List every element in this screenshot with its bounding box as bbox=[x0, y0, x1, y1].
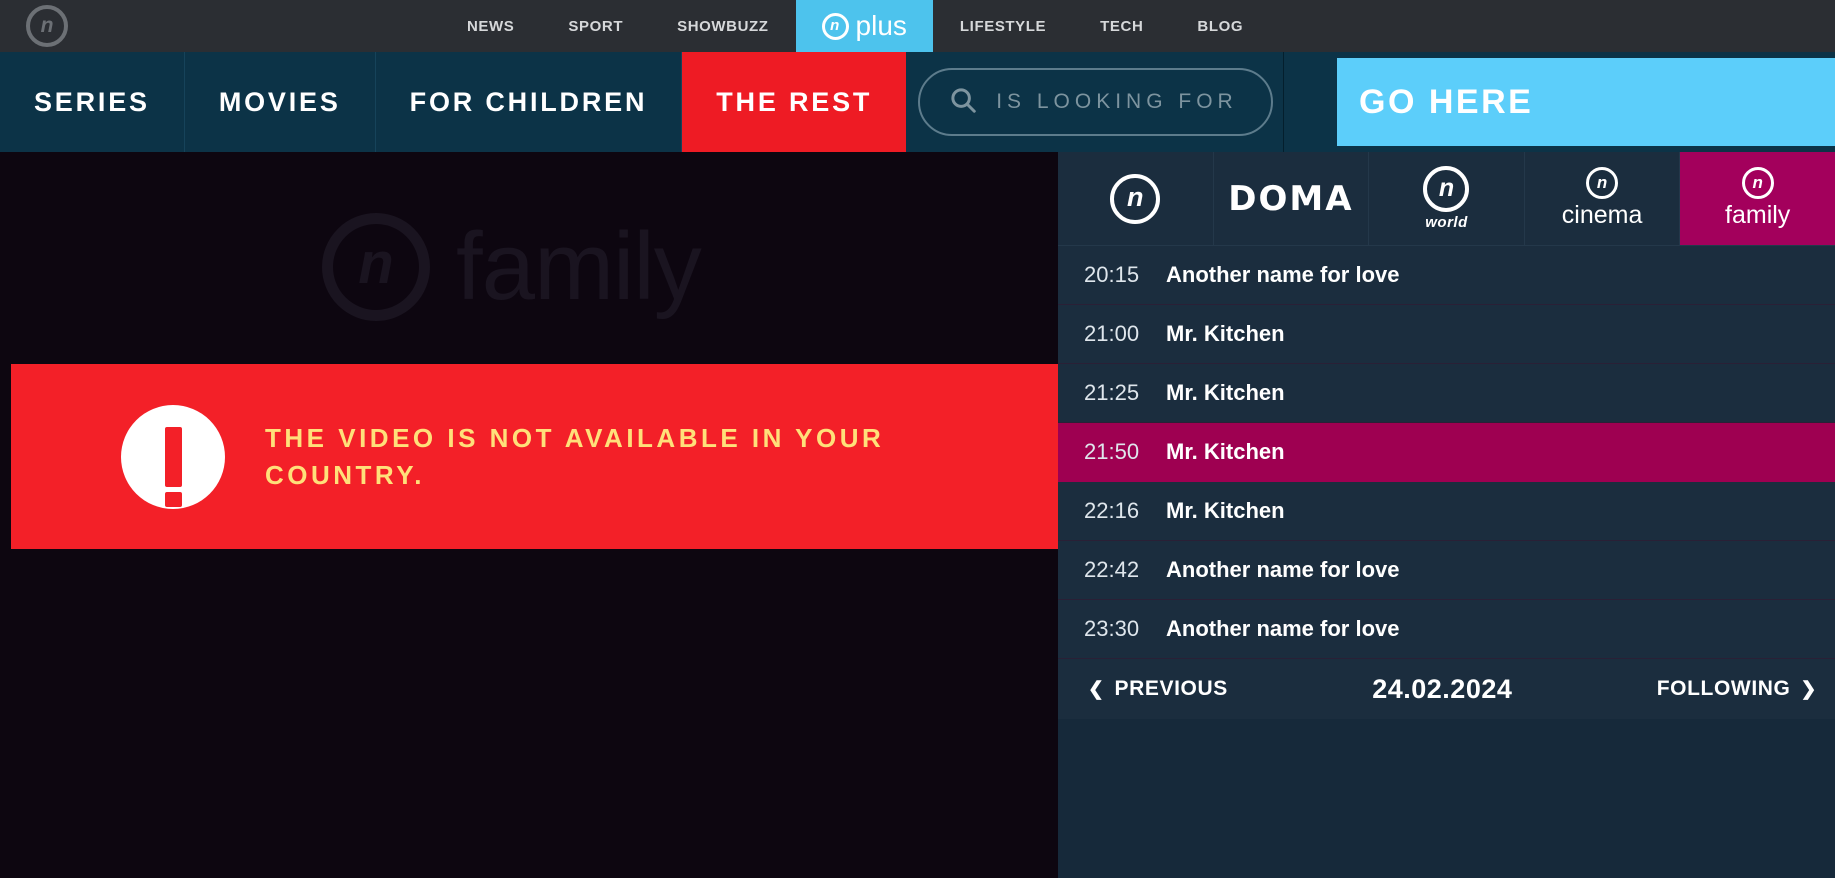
topnav-item-sport[interactable]: SPORT bbox=[541, 0, 650, 52]
schedule-time: 22:16 bbox=[1084, 498, 1140, 523]
previous-day-button[interactable]: ❮ PREVIOUS bbox=[1088, 677, 1228, 701]
schedule-time: 21:00 bbox=[1084, 321, 1140, 346]
subnav-item-series[interactable]: SERIES bbox=[0, 52, 185, 152]
channel-tab-doma-label: DOMA bbox=[1228, 178, 1354, 219]
subnav-item-the-rest[interactable]: THE REST bbox=[682, 52, 907, 152]
schedule-time: 21:25 bbox=[1084, 380, 1140, 405]
subnav-item-movies[interactable]: MOVIES bbox=[185, 52, 376, 152]
current-date-label: 24.02.2024 bbox=[1372, 673, 1513, 704]
topnav-item-plus-label: plus bbox=[855, 10, 907, 41]
schedule-time: 23:30 bbox=[1084, 616, 1140, 641]
schedule-title: Another name for love bbox=[1166, 557, 1400, 582]
channel-tab-n-family[interactable]: n family bbox=[1680, 152, 1835, 245]
channel-tab-n-cinema[interactable]: n cinema bbox=[1524, 152, 1681, 245]
search-placeholder-text: IS LOOKING FOR bbox=[996, 90, 1238, 113]
schedule-row[interactable]: 22:42 Another name for love bbox=[1058, 541, 1835, 600]
plus-logo-icon: n bbox=[821, 12, 849, 40]
schedule-title: Another name for love bbox=[1166, 616, 1400, 641]
topnav-item-tech[interactable]: TECH bbox=[1073, 0, 1170, 52]
channel-tab-world-label: world bbox=[1425, 214, 1468, 231]
top-nav-items: NEWS SPORT SHOWBUZZ n plus LIFESTYLE TEC… bbox=[440, 0, 1270, 52]
topnav-item-blog[interactable]: BLOG bbox=[1170, 0, 1270, 52]
following-day-button[interactable]: FOLLOWING ❯ bbox=[1657, 677, 1817, 701]
schedule-list: 20:15 Another name for love 21:00 Mr. Ki… bbox=[1058, 246, 1835, 659]
watermark-n-logo-icon: n bbox=[322, 213, 430, 321]
top-navigation-bar: n NEWS SPORT SHOWBUZZ n plus LIFESTYLE T… bbox=[0, 0, 1835, 52]
video-player[interactable]: n family THE VIDEO IS NOT AVAILABLE IN Y… bbox=[0, 152, 1058, 878]
topnav-item-showbuzz[interactable]: SHOWBUZZ bbox=[650, 0, 795, 52]
channel-watermark: n family bbox=[322, 212, 702, 322]
channel-tab-cinema-label: cinema bbox=[1561, 201, 1643, 229]
exclamation-icon bbox=[121, 404, 225, 509]
topnav-item-lifestyle[interactable]: LIFESTYLE bbox=[933, 0, 1073, 52]
schedule-row[interactable]: 21:00 Mr. Kitchen bbox=[1058, 305, 1835, 364]
chevron-left-icon: ❮ bbox=[1088, 678, 1105, 700]
schedule-title: Mr. Kitchen bbox=[1166, 321, 1285, 346]
schedule-row[interactable]: 22:16 Mr. Kitchen bbox=[1058, 482, 1835, 541]
schedule-row[interactable]: 21:25 Mr. Kitchen bbox=[1058, 364, 1835, 423]
subnav-item-for-children[interactable]: FOR CHILDREN bbox=[376, 52, 683, 152]
schedule-time: 21:50 bbox=[1084, 439, 1140, 464]
search-icon bbox=[948, 85, 978, 120]
schedule-date-navigation: ❮ PREVIOUS 24.02.2024 FOLLOWING ❯ bbox=[1058, 659, 1835, 719]
channel-tab-family-label: family bbox=[1725, 201, 1791, 229]
following-day-label: FOLLOWING bbox=[1656, 677, 1791, 700]
page-root: n NEWS SPORT SHOWBUZZ n plus LIFESTYLE T… bbox=[0, 0, 1835, 878]
epg-panel: n DOMA n world n cinema n family 20:15 A… bbox=[1058, 152, 1835, 878]
topnav-item-plus[interactable]: n plus bbox=[795, 0, 933, 52]
previous-day-label: PREVIOUS bbox=[1114, 677, 1228, 700]
schedule-time: 22:42 bbox=[1084, 557, 1140, 582]
schedule-title: Another name for love bbox=[1166, 262, 1400, 287]
n-circle-logo-icon: n bbox=[1423, 166, 1470, 212]
geo-restriction-message: THE VIDEO IS NOT AVAILABLE IN YOUR COUNT… bbox=[265, 423, 885, 490]
schedule-row-now-playing[interactable]: 21:50 Mr. Kitchen bbox=[1058, 423, 1835, 482]
search-input[interactable]: IS LOOKING FOR bbox=[918, 68, 1274, 136]
channel-tab-n-world[interactable]: n world bbox=[1369, 152, 1525, 245]
n-circle-logo-icon: n bbox=[1741, 167, 1774, 199]
go-here-button[interactable]: GO HERE bbox=[1337, 58, 1835, 146]
schedule-title: Mr. Kitchen bbox=[1166, 498, 1285, 523]
chevron-right-icon: ❯ bbox=[1800, 678, 1817, 700]
channel-selector: n DOMA n world n cinema n family bbox=[1058, 152, 1835, 246]
schedule-title: Mr. Kitchen bbox=[1166, 439, 1285, 464]
schedule-title: Mr. Kitchen bbox=[1166, 380, 1285, 405]
topnav-item-news[interactable]: NEWS bbox=[440, 0, 541, 52]
channel-tab-doma[interactable]: DOMA bbox=[1213, 152, 1370, 245]
geo-restriction-banner: THE VIDEO IS NOT AVAILABLE IN YOUR COUNT… bbox=[11, 364, 1058, 549]
schedule-row[interactable]: 23:30 Another name for love bbox=[1058, 600, 1835, 659]
brand-logo-icon[interactable]: n bbox=[26, 5, 68, 47]
n-circle-logo-icon: n bbox=[1110, 173, 1161, 224]
n-circle-logo-icon: n bbox=[1586, 167, 1619, 199]
watermark-label: family bbox=[456, 213, 702, 320]
search-container: IS LOOKING FOR bbox=[906, 52, 1285, 152]
channel-tab-n[interactable]: n bbox=[1058, 152, 1214, 245]
schedule-row[interactable]: 20:15 Another name for love bbox=[1058, 246, 1835, 305]
schedule-time: 20:15 bbox=[1084, 262, 1140, 287]
